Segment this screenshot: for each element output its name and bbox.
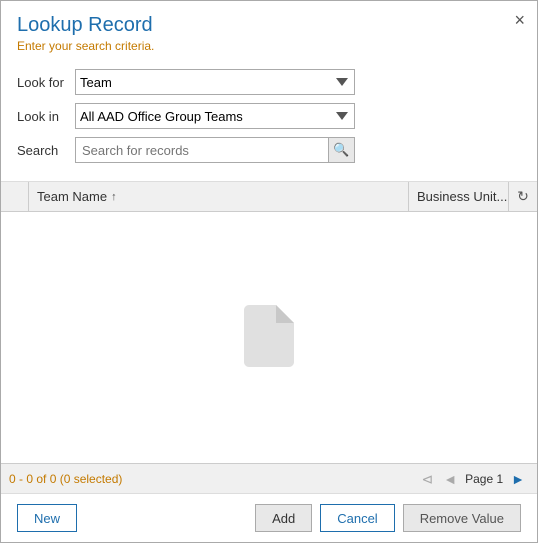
sort-arrow-icon: ↑ bbox=[111, 191, 117, 203]
dialog-footer: New Add Cancel Remove Value bbox=[1, 493, 537, 542]
refresh-icon: ↻ bbox=[517, 188, 529, 205]
footer-right: Add Cancel Remove Value bbox=[255, 504, 521, 532]
col-teamname-label: Team Name bbox=[37, 189, 107, 204]
prev-page-button[interactable]: ◄ bbox=[439, 470, 461, 488]
dialog-header: Lookup Record Enter your search criteria… bbox=[1, 1, 537, 59]
remove-value-button[interactable]: Remove Value bbox=[403, 504, 521, 532]
lookfor-row: Look for Team bbox=[17, 69, 521, 95]
footer-left: New bbox=[17, 504, 77, 532]
search-button[interactable]: 🔍 bbox=[328, 138, 354, 162]
search-input[interactable] bbox=[76, 138, 328, 162]
add-button[interactable]: Add bbox=[255, 504, 312, 532]
page-label: Page 1 bbox=[465, 472, 503, 486]
new-button[interactable]: New bbox=[17, 504, 77, 532]
dialog-title: Lookup Record bbox=[17, 13, 521, 37]
search-label: Search bbox=[17, 143, 75, 158]
form-section: Look for Team Look in All AAD Office Gro… bbox=[1, 59, 537, 181]
lookfor-label: Look for bbox=[17, 75, 75, 90]
dialog-subtitle: Enter your search criteria. bbox=[17, 39, 521, 53]
lookup-record-dialog: Lookup Record Enter your search criteria… bbox=[0, 0, 538, 543]
pagination: ⊲ ◄ Page 1 ► bbox=[418, 470, 530, 488]
cancel-button[interactable]: Cancel bbox=[320, 504, 394, 532]
table-body bbox=[1, 212, 537, 463]
refresh-button[interactable]: ↻ bbox=[509, 182, 537, 211]
table-header: Team Name ↑ Business Unit... ↻ bbox=[1, 182, 537, 212]
empty-document-icon bbox=[244, 305, 294, 370]
table-section: Team Name ↑ Business Unit... ↻ 0 bbox=[1, 181, 537, 493]
search-wrap: 🔍 bbox=[75, 137, 355, 163]
record-count: 0 - 0 of 0 (0 selected) bbox=[9, 472, 122, 486]
lookfor-select[interactable]: Team bbox=[75, 69, 355, 95]
col-businessunit-header[interactable]: Business Unit... bbox=[409, 182, 509, 211]
lookin-row: Look in All AAD Office Group TeamsMy AAD… bbox=[17, 103, 521, 129]
col-businessunit-label: Business Unit... bbox=[417, 189, 507, 204]
close-button[interactable]: × bbox=[514, 11, 525, 29]
empty-state bbox=[1, 212, 537, 463]
search-icon: 🔍 bbox=[333, 142, 349, 158]
lookin-label: Look in bbox=[17, 109, 75, 124]
col-teamname-header[interactable]: Team Name ↑ bbox=[29, 182, 409, 211]
lookin-control-wrap: All AAD Office Group TeamsMy AAD Office … bbox=[75, 103, 355, 129]
lookin-select[interactable]: All AAD Office Group TeamsMy AAD Office … bbox=[75, 103, 355, 129]
lookfor-control-wrap: Team bbox=[75, 69, 355, 95]
next-page-button[interactable]: ► bbox=[507, 470, 529, 488]
col-check bbox=[1, 182, 29, 211]
first-page-button[interactable]: ⊲ bbox=[418, 470, 438, 488]
table-footer: 0 - 0 of 0 (0 selected) ⊲ ◄ Page 1 ► bbox=[1, 463, 537, 493]
search-row: Search 🔍 bbox=[17, 137, 521, 163]
